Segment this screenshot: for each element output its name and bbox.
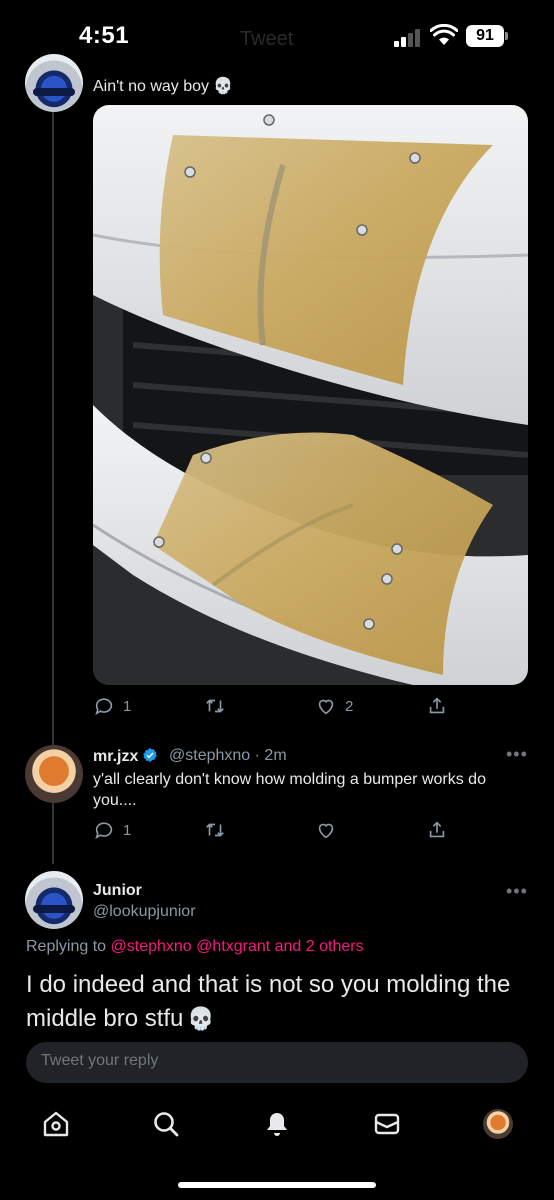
- replying-to-others-link[interactable]: and 2 others: [270, 938, 364, 955]
- avatar[interactable]: [25, 871, 83, 929]
- share-icon: [429, 821, 445, 838]
- tweet-image[interactable]: [93, 105, 528, 685]
- reply-count: 1: [123, 697, 132, 715]
- battery-nub: [505, 32, 508, 40]
- user-handle: @lookupjunior: [93, 903, 196, 920]
- reply-button[interactable]: 1: [93, 819, 131, 841]
- verified-badge-icon: [143, 748, 158, 762]
- profile-avatar[interactable]: [483, 1109, 513, 1139]
- battery-indicator: 91: [466, 25, 504, 47]
- skull-emoji: 💀: [213, 78, 233, 95]
- focused-tweet-text: I do indeed and that is not so you moldi…: [26, 968, 526, 1036]
- tweet-reply-input[interactable]: [41, 1052, 511, 1070]
- share-button[interactable]: [426, 695, 448, 717]
- share-button[interactable]: [426, 819, 448, 841]
- more-options-icon[interactable]: •••: [506, 881, 528, 902]
- tweet-text-content: Ain't no way boy: [93, 78, 210, 95]
- retweet-button[interactable]: [204, 819, 226, 841]
- search-icon[interactable]: [151, 1109, 181, 1139]
- cellular-signal-icon: [394, 27, 424, 47]
- tweet-time: 2m: [264, 747, 287, 764]
- avatar[interactable]: [25, 54, 83, 112]
- notifications-icon[interactable]: [262, 1109, 292, 1139]
- replying-to-prefix: Replying to: [26, 938, 111, 955]
- heart-icon: [318, 823, 334, 839]
- handle-and-time: @stephxno · 2m: [169, 747, 287, 765]
- retweet-icon: [206, 699, 224, 713]
- tweet-text: y'all clearly don't know how molding a b…: [93, 771, 486, 809]
- heart-icon: [318, 699, 334, 715]
- more-options-icon[interactable]: •••: [506, 744, 528, 765]
- tweet-actions: 1: [93, 819, 453, 843]
- retweet-button[interactable]: [204, 695, 226, 717]
- reply-button[interactable]: 1: [93, 695, 131, 717]
- reply-icon: [95, 698, 113, 716]
- skull-emoji: 💀: [187, 1006, 215, 1031]
- status-time: 4:51: [79, 22, 130, 49]
- retweet-icon: [206, 823, 224, 837]
- reply-count: 1: [123, 821, 132, 839]
- header-title: Tweet: [240, 28, 294, 50]
- time-separator: ·: [254, 747, 260, 764]
- tweet-text: Ain't no way boy 💀: [93, 76, 233, 96]
- like-count: 2: [345, 697, 354, 715]
- replying-to: Replying to @stephxno @htxgrant and 2 ot…: [26, 938, 364, 956]
- display-name-text: mr.jzx: [93, 748, 139, 765]
- like-button[interactable]: [315, 819, 337, 841]
- home-icon[interactable]: [41, 1109, 71, 1139]
- home-indicator: [178, 1182, 376, 1188]
- bumper-photo: [93, 105, 528, 685]
- reply-composer[interactable]: [26, 1042, 528, 1083]
- display-name[interactable]: mr.jzx: [93, 747, 158, 766]
- display-name[interactable]: Junior: [93, 882, 142, 900]
- like-button[interactable]: 2: [315, 695, 353, 717]
- replying-to-users-link[interactable]: @stephxno @htxgrant: [111, 938, 271, 955]
- share-icon: [429, 697, 445, 714]
- avatar[interactable]: [25, 745, 83, 803]
- status-bar: Tweet 4:51 91: [0, 0, 554, 68]
- user-handle: @stephxno: [169, 747, 251, 764]
- focused-tweet-text-content: I do indeed and that is not so you moldi…: [26, 971, 511, 1032]
- reply-icon: [95, 822, 113, 840]
- tweet-actions: 1 2: [93, 695, 453, 719]
- wifi-icon: [430, 24, 458, 45]
- messages-icon[interactable]: [372, 1109, 402, 1139]
